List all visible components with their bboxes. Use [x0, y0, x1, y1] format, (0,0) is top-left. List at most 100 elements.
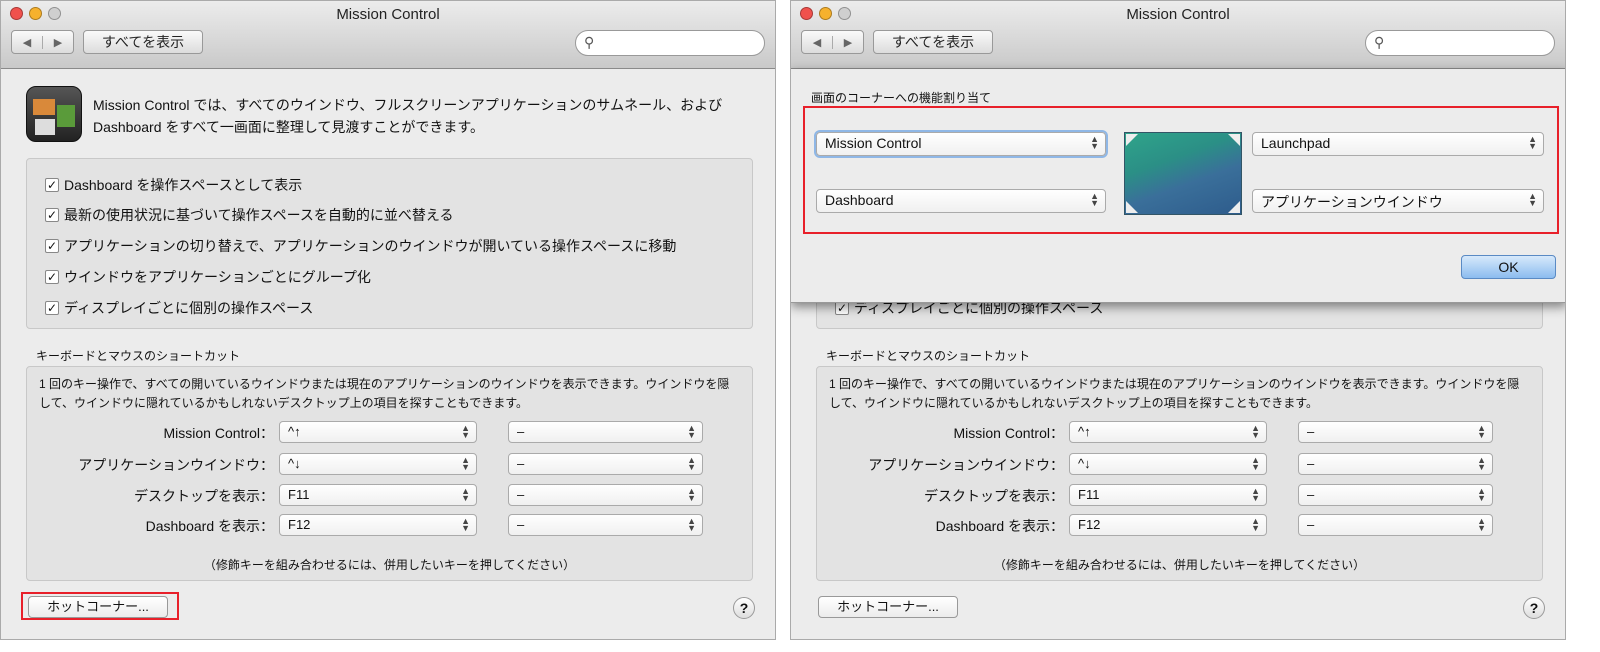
updown-arrows-icon: ▲ ▼ — [687, 423, 696, 440]
updown-arrows-icon: ▲ ▼ — [1251, 486, 1260, 503]
popup-value: – — [517, 517, 525, 532]
sheet-title: 画面のコーナーへの機能割り当て — [811, 91, 992, 105]
shortcut-label: Mission Control： — [953, 425, 1064, 441]
updown-arrows-icon: ▲ ▼ — [1477, 516, 1486, 533]
search-input[interactable]: ⚲ — [575, 30, 765, 56]
popup-value: Mission Control — [825, 135, 922, 151]
shortcut-row: アプリケーションウインドウ： ^↓ ▲ ▼ – ▲ ▼ — [817, 453, 1544, 475]
popup-value: Launchpad — [1261, 135, 1331, 151]
popup-value: – — [1307, 487, 1315, 502]
show-all-button[interactable]: すべてを表示 — [873, 30, 993, 54]
shortcut-row: Mission Control： ^↑ ▲ ▼ – ▲ ▼ — [817, 421, 1544, 443]
mouse-popup[interactable]: – ▲ ▼ — [1298, 514, 1493, 536]
updown-arrows-icon: ▲ ▼ — [1477, 423, 1486, 440]
mouse-popup[interactable]: – ▲ ▼ — [1298, 484, 1493, 506]
popup-value: F11 — [288, 487, 310, 502]
back-forward-control[interactable]: ◀ ▶ — [801, 30, 864, 54]
shortcut-label: Dashboard を表示： — [145, 518, 274, 534]
updown-arrows-icon: ▲ ▼ — [687, 455, 696, 472]
mouse-popup[interactable]: – ▲ ▼ — [508, 484, 703, 506]
option-label: ウインドウをアプリケーションごとにグループ化 — [64, 269, 371, 285]
checkbox-checked[interactable]: ✓ — [835, 301, 849, 315]
titlebar: Mission Control ◀ ▶ すべてを表示 ⚲ — [791, 1, 1565, 69]
forward-icon[interactable]: ▶ — [42, 35, 73, 49]
description: Mission Control では、すべてのウインドウ、フルスクリーンアプリケ… — [93, 97, 723, 135]
key-popup[interactable]: F11 ▲ ▼ — [279, 484, 477, 506]
popup-value: F12 — [288, 517, 311, 532]
bottom-left-corner-popup[interactable]: Dashboard ▲ ▼ — [816, 189, 1106, 213]
key-popup[interactable]: ^↓ ▲ ▼ — [279, 453, 477, 475]
popup-value: – — [517, 487, 525, 502]
shortcuts-group: 1 回のキー操作で、すべての開いているウインドウまたは現在のアプリケーションのウ… — [26, 366, 753, 581]
shortcut-label: Dashboard を表示： — [935, 518, 1064, 534]
checkbox-checked[interactable]: ✓ — [45, 270, 59, 284]
mouse-popup[interactable]: – ▲ ▼ — [508, 453, 703, 475]
highlight-box — [21, 592, 179, 620]
forward-icon[interactable]: ▶ — [832, 35, 863, 49]
checkbox-checked[interactable]: ✓ — [45, 239, 59, 253]
show-all-button[interactable]: すべてを表示 — [83, 30, 203, 54]
popup-value: – — [1307, 424, 1315, 439]
key-popup[interactable]: ^↓ ▲ ▼ — [1069, 453, 1267, 475]
shortcuts-description: 1 回のキー操作で、すべての開いているウインドウまたは現在のアプリケーションのウ… — [39, 377, 730, 410]
modifier-note: （修飾キーを組み合わせるには、併用したいキーを押してください） — [993, 558, 1366, 572]
options-group: ✓ Dashboard を操作スペースとして表示 ✓ 最新の使用状況に基づいて操作ス… — [26, 158, 753, 329]
corner-bottom-left-icon — [1126, 201, 1138, 213]
option-label: Dashboard を操作スペースとして表示 — [64, 177, 303, 193]
search-input[interactable]: ⚲ — [1365, 30, 1555, 56]
shortcut-label: アプリケーションウインドウ： — [868, 457, 1064, 473]
updown-arrows-icon: ▲ ▼ — [687, 486, 696, 503]
popup-value: ^↓ — [288, 456, 301, 471]
updown-arrows-icon: ▲ ▼ — [687, 516, 696, 533]
corner-top-right-icon — [1228, 134, 1240, 146]
back-forward-control[interactable]: ◀ ▶ — [11, 30, 74, 54]
option-label: ディスプレイごとに個別の操作スペース — [64, 300, 314, 316]
corner-bottom-right-icon — [1228, 201, 1240, 213]
mouse-popup[interactable]: – ▲ ▼ — [508, 421, 703, 443]
option-auto-rearrange[interactable]: ✓ 最新の使用状況に基づいて操作スペースを自動的に並べ替える — [45, 205, 453, 225]
top-left-corner-popup[interactable]: Mission Control ▲ ▼ — [816, 132, 1106, 156]
shortcut-row: Dashboard を表示： F12 ▲ ▼ – ▲ ▼ — [27, 514, 754, 536]
key-popup[interactable]: F11 ▲ ▼ — [1069, 484, 1267, 506]
updown-arrows-icon: ▲ ▼ — [1090, 134, 1099, 151]
popup-value: ^↑ — [1078, 424, 1091, 439]
popup-value: – — [1307, 456, 1315, 471]
top-right-corner-popup[interactable]: Launchpad ▲ ▼ — [1252, 132, 1544, 156]
key-popup[interactable]: ^↑ ▲ ▼ — [279, 421, 477, 443]
popup-value: アプリケーションウインドウ — [1261, 194, 1443, 210]
key-popup[interactable]: ^↑ ▲ ▼ — [1069, 421, 1267, 443]
popup-value: Dashboard — [825, 192, 894, 208]
updown-arrows-icon: ▲ ▼ — [461, 423, 470, 440]
option-separate-spaces[interactable]: ✓ ディスプレイごとに個別の操作スペース — [45, 298, 313, 318]
shortcut-row: Dashboard を表示： F12 ▲ ▼ – ▲ ▼ — [817, 514, 1544, 536]
popup-value: – — [517, 424, 525, 439]
shortcut-label: デスクトップを表示： — [134, 488, 274, 504]
ok-button[interactable]: OK — [1461, 255, 1556, 279]
key-popup[interactable]: F12 ▲ ▼ — [1069, 514, 1267, 536]
key-popup[interactable]: F12 ▲ ▼ — [279, 514, 477, 536]
option-group-windows[interactable]: ✓ ウインドウをアプリケーションごとにグループ化 — [45, 267, 371, 287]
mouse-popup[interactable]: – ▲ ▼ — [1298, 453, 1493, 475]
updown-arrows-icon: ▲ ▼ — [1528, 191, 1537, 208]
help-button[interactable]: ? — [1523, 597, 1545, 619]
updown-arrows-icon: ▲ ▼ — [1251, 423, 1260, 440]
checkbox-checked[interactable]: ✓ — [45, 301, 59, 315]
hot-corners-sheet: 画面のコーナーへの機能割り当て Mission Control ▲ ▼ Dashbo… — [791, 69, 1565, 303]
checkbox-checked[interactable]: ✓ — [45, 208, 59, 222]
hot-corners-button[interactable]: ホットコーナー... — [818, 596, 958, 618]
modifier-note: （修飾キーを組み合わせるには、併用したいキーを押してください） — [203, 558, 576, 572]
mouse-popup[interactable]: – ▲ ▼ — [1298, 421, 1493, 443]
help-button[interactable]: ? — [733, 597, 755, 619]
mouse-popup[interactable]: – ▲ ▼ — [508, 514, 703, 536]
popup-value: F11 — [1078, 487, 1100, 502]
back-icon[interactable]: ◀ — [802, 36, 832, 49]
updown-arrows-icon: ▲ ▼ — [1477, 486, 1486, 503]
popup-value: ^↓ — [1078, 456, 1091, 471]
checkbox-checked[interactable]: ✓ — [45, 178, 59, 192]
shortcuts-section-label: キーボードとマウスのショートカット — [826, 349, 1031, 363]
bottom-right-corner-popup[interactable]: アプリケーションウインドウ ▲ ▼ — [1252, 189, 1544, 213]
option-switch-space[interactable]: ✓ アプリケーションの切り替えで、アプリケーションのウインドウが開いている操作スペ… — [45, 236, 676, 256]
option-label: 最新の使用状況に基づいて操作スペースを自動的に並べ替える — [64, 207, 454, 223]
back-icon[interactable]: ◀ — [12, 36, 42, 49]
option-dashboard-space[interactable]: ✓ Dashboard を操作スペースとして表示 — [45, 175, 302, 195]
